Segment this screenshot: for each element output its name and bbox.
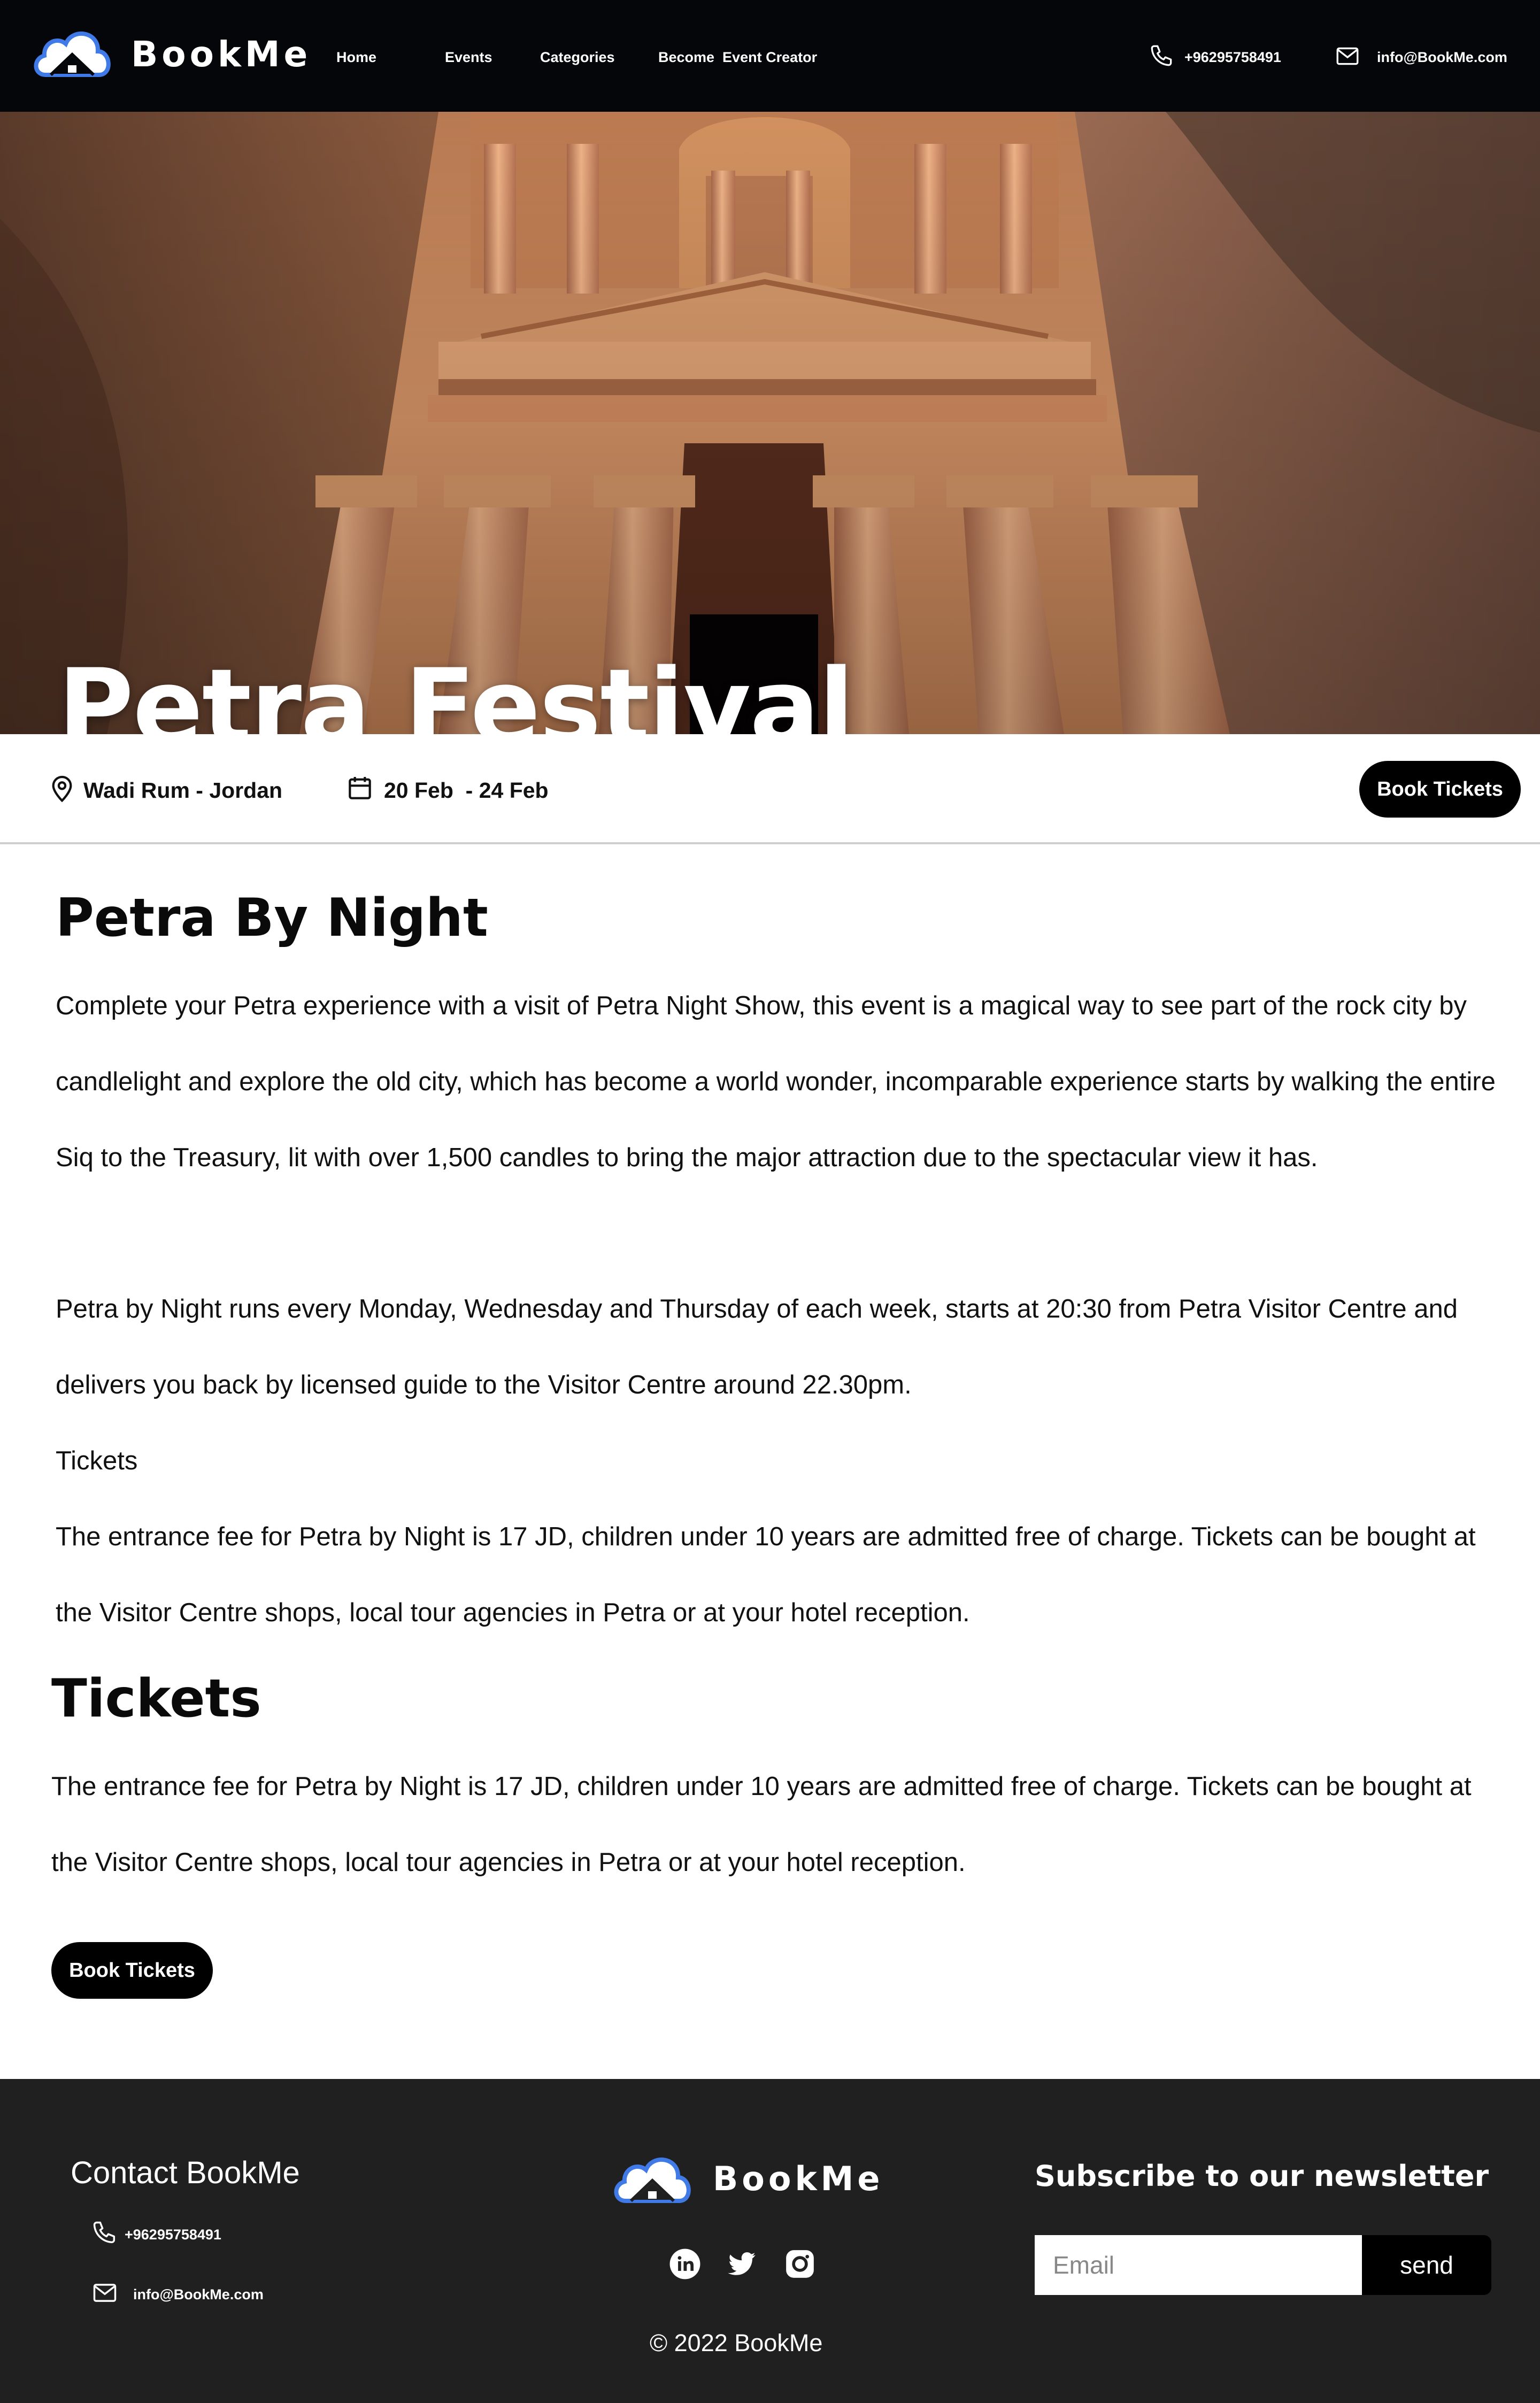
nav-link-categories[interactable]: Categories [540, 49, 615, 66]
footer-phone[interactable]: +96295758491 [125, 2227, 221, 2243]
footer: Contact BookMe +96295758491 info@BookMe.… [0, 2079, 1540, 2403]
nav-phone-number[interactable]: +96295758491 [1184, 49, 1281, 66]
book-tickets-button-bottom[interactable]: Book Tickets [51, 1942, 213, 1999]
cloud-house-logo-icon[interactable] [29, 21, 115, 86]
newsletter-heading: Subscribe to our newsletter [1035, 2159, 1489, 2193]
copyright-text: © 2022 BookMe [650, 2329, 823, 2356]
nav-link-home[interactable]: Home [336, 49, 376, 66]
phone-icon [1151, 45, 1172, 66]
map-pin-icon [52, 775, 72, 803]
instagram-icon[interactable] [783, 2247, 817, 2281]
event-title: Petra Festival [58, 646, 854, 734]
footer-brand-name: BookMe [713, 2159, 884, 2198]
twitter-icon[interactable] [725, 2247, 758, 2281]
footer-email[interactable]: info@BookMe.com [133, 2286, 264, 2303]
cloud-house-logo-icon[interactable] [610, 2147, 695, 2212]
top-navbar: BookMe Home Events Categories Become Eve… [0, 0, 1540, 112]
phone-icon [93, 2221, 116, 2244]
book-tickets-button[interactable]: Book Tickets [1359, 761, 1521, 818]
event-dates: 20 Feb - 24 Feb [384, 778, 549, 803]
about-heading: Petra By Night [56, 888, 488, 949]
nav-link-events[interactable]: Events [445, 49, 492, 66]
about-paragraph-1: Complete your Petra experience with a vi… [56, 991, 1496, 1172]
contact-heading: Contact BookMe [71, 2155, 300, 2190]
nav-email[interactable]: info@BookMe.com [1377, 49, 1507, 66]
nav-link-become-event-creator[interactable]: Become Event Creator [658, 49, 817, 66]
about-tickets-label: Tickets [56, 1446, 138, 1475]
petra-treasury-image [0, 112, 1540, 734]
calendar-icon [349, 777, 371, 799]
event-location: Wadi Rum - Jordan [83, 778, 283, 803]
newsletter-email-input[interactable] [1035, 2235, 1362, 2295]
tickets-heading: Tickets [51, 1668, 261, 1729]
brand-name[interactable]: BookMe [131, 34, 311, 75]
mail-icon [1336, 47, 1359, 65]
mail-icon [93, 2284, 117, 2302]
hero-banner: Petra Festival [0, 112, 1540, 734]
linkedin-icon[interactable] [668, 2247, 702, 2281]
tickets-text: The entrance fee for Petra by Night is 1… [51, 1772, 1472, 1877]
event-info-bar: Wadi Rum - Jordan 20 Feb - 24 Feb Book T… [0, 734, 1540, 844]
about-paragraph-2: Petra by Night runs every Monday, Wednes… [56, 1295, 1458, 1399]
newsletter-send-button[interactable]: send [1362, 2235, 1491, 2295]
about-paragraph-3: The entrance fee for Petra by Night is 1… [56, 1522, 1476, 1627]
